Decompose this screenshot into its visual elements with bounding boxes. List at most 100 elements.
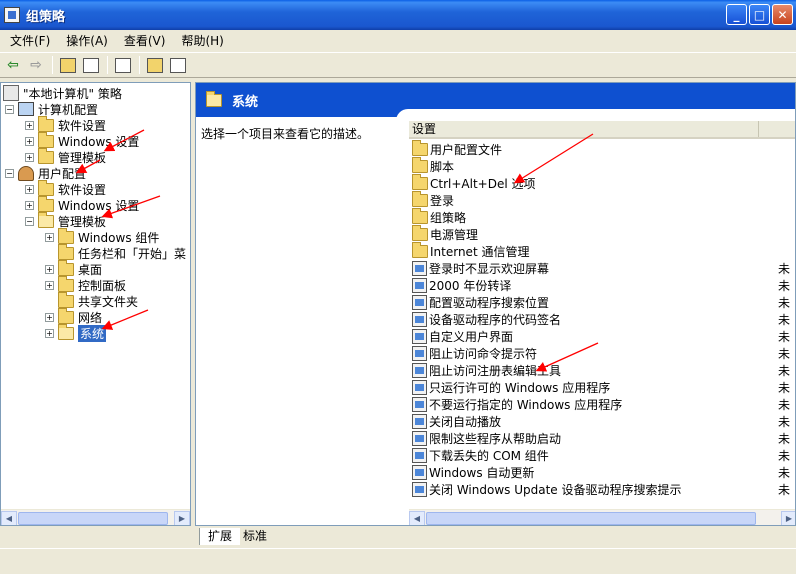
list-item-setting[interactable]: 限制这些程序从帮助启动 未 [412, 430, 792, 447]
policy-setting-icon [412, 363, 427, 378]
scroll-left-icon[interactable]: ◀ [409, 510, 425, 525]
list-item-label: 关闭自动播放 [429, 415, 502, 429]
toolbar-separator [139, 56, 140, 74]
collapse-icon[interactable]: − [25, 216, 34, 226]
tab-standard[interactable]: 标准 [235, 528, 275, 545]
list-item-setting[interactable]: 阻止访问注册表编辑工具 未 [412, 362, 792, 379]
list-item-setting[interactable]: Windows 自动更新 未 [412, 464, 792, 481]
collapse-icon[interactable]: − [5, 168, 14, 178]
policy-setting-icon [412, 380, 427, 395]
list-item-setting[interactable]: 只运行许可的 Windows 应用程序 未 [412, 379, 792, 396]
tree-item-root[interactable]: "本地计算机" 策略 [3, 85, 122, 101]
forward-arrow-icon[interactable]: ⇨ [25, 54, 47, 76]
export-list-icon[interactable] [112, 54, 134, 76]
expand-icon[interactable]: + [25, 184, 34, 194]
show-hide-action-pane-icon[interactable] [167, 54, 189, 76]
tree-item-desktop[interactable]: + 桌面 [45, 259, 102, 277]
group-policy-app-icon [4, 7, 20, 23]
list-item-label: 阻止访问注册表编辑工具 [429, 364, 562, 378]
tree-label: Windows 设置 [58, 134, 140, 149]
list-item-setting[interactable]: 关闭自动播放 未 [412, 413, 792, 430]
list-item-label: 登录时不显示欢迎屏幕 [429, 262, 550, 276]
title-bar: 组策略 _ □ ✕ [0, 0, 796, 30]
scroll-left-icon[interactable]: ◀ [1, 510, 17, 525]
state-cell: 未 [777, 296, 790, 310]
menu-help[interactable]: 帮助(H) [173, 32, 231, 49]
scroll-thumb[interactable] [18, 511, 168, 525]
list-item-folder[interactable]: 脚本 [412, 157, 792, 175]
expand-icon[interactable]: + [45, 232, 54, 242]
tree-label: Windows 设置 [58, 198, 140, 213]
list-item-setting[interactable]: 2000 年份转译 未 [412, 277, 792, 294]
tree-label: "本地计算机" 策略 [23, 86, 122, 101]
list-item-setting[interactable]: 设备驱动程序的代码签名 未 [412, 311, 792, 328]
list-item-label: 2000 年份转译 [429, 279, 512, 293]
tree-label: 网络 [78, 310, 103, 325]
expand-icon[interactable]: + [25, 120, 34, 130]
scroll-right-icon[interactable]: ▶ [174, 510, 190, 525]
folder-icon [58, 259, 74, 276]
menu-file[interactable]: 文件(F) [2, 32, 58, 49]
user-icon [18, 165, 34, 181]
scroll-thumb[interactable] [426, 511, 756, 525]
expand-icon[interactable]: + [25, 136, 34, 146]
list-item-folder[interactable]: 用户配置文件 [412, 140, 792, 158]
list-item-folder[interactable]: 电源管理 [412, 225, 792, 243]
console-tree[interactable]: "本地计算机" 策略 − 计算机配置 + 软件设置 + Windows 设置 +… [0, 82, 191, 526]
column-header-setting[interactable]: 设置 [409, 121, 759, 137]
policy-icon [3, 85, 19, 101]
tree-item-cc-admin[interactable]: + 管理模板 [25, 147, 106, 165]
expand-icon[interactable]: + [25, 152, 34, 162]
expand-icon[interactable]: + [45, 280, 54, 290]
list-item-folder[interactable]: Ctrl+Alt+Del 选项 [412, 174, 792, 192]
list-item-label: 下载丢失的 COM 组件 [429, 449, 549, 463]
list-item-folder[interactable]: 登录 [412, 191, 792, 209]
list-item-setting[interactable]: 自定义用户界面 未 [412, 328, 792, 345]
settings-list[interactable]: 设置 用户配置文件 脚本 Ctrl+Alt+Del 选项 登录 组策略 电源管理 Inter… [409, 121, 795, 525]
folder-icon [38, 131, 54, 148]
list-item-label: 配置驱动程序搜索位置 [429, 296, 550, 310]
list-item-label: Windows 自动更新 [429, 466, 535, 480]
menu-view[interactable]: 查看(V) [116, 32, 174, 49]
folder-icon [412, 208, 428, 224]
policy-setting-icon [412, 329, 427, 344]
description-text: 选择一个项目来查看它的描述。 [201, 127, 370, 141]
folder-icon [412, 174, 428, 190]
expand-icon[interactable]: + [45, 264, 54, 274]
menu-action[interactable]: 操作(A) [58, 32, 116, 49]
tree-item-network[interactable]: + 网络 [45, 307, 103, 325]
list-item-folder[interactable]: Internet 通信管理 [412, 242, 792, 260]
list-item-setting[interactable]: 阻止访问命令提示符 未 [412, 345, 792, 362]
collapse-icon[interactable]: − [5, 104, 14, 114]
policy-setting-icon [412, 448, 427, 463]
close-button[interactable]: ✕ [772, 4, 793, 25]
maximize-button[interactable]: □ [749, 4, 770, 25]
tree-item-computer-config[interactable]: − 计算机配置 [5, 101, 98, 117]
column-header-state[interactable] [759, 121, 795, 137]
list-item-setting[interactable]: 关闭 Windows Update 设备驱动程序搜索提示 未 [412, 481, 792, 498]
list-horizontal-scrollbar[interactable]: ◀ ▶ [409, 509, 795, 525]
show-hide-tree-icon[interactable] [80, 54, 102, 76]
up-one-level-icon[interactable] [57, 54, 79, 76]
list-item-setting[interactable]: 登录时不显示欢迎屏幕 未 [412, 260, 792, 277]
list-item-setting[interactable]: 下载丢失的 COM 组件 未 [412, 447, 792, 464]
tree-item-system[interactable]: + 系统 [45, 323, 107, 342]
expand-icon[interactable]: + [25, 200, 34, 210]
expand-icon[interactable]: + [45, 312, 54, 322]
expand-icon[interactable]: + [45, 328, 54, 338]
back-arrow-icon[interactable]: ⇦ [2, 54, 24, 76]
folder-icon [58, 227, 74, 244]
policy-setting-icon [412, 278, 427, 293]
list-item-setting[interactable]: 不要运行指定的 Windows 应用程序 未 [412, 396, 792, 413]
scroll-right-icon[interactable]: ▶ [781, 510, 795, 525]
column-header: 设置 [409, 121, 795, 139]
tree-horizontal-scrollbar[interactable]: ◀ ▶ [1, 509, 190, 525]
toolbar: ⇦ ⇨ [0, 52, 796, 78]
help-icon[interactable] [144, 54, 166, 76]
tab-extended[interactable]: 扩展 [199, 528, 241, 545]
folder-icon [38, 195, 54, 212]
state-cell: 未 [777, 279, 790, 293]
minimize-button[interactable]: _ [726, 4, 747, 25]
list-item-setting[interactable]: 配置驱动程序搜索位置 未 [412, 294, 792, 311]
list-item-folder[interactable]: 组策略 [412, 208, 792, 226]
